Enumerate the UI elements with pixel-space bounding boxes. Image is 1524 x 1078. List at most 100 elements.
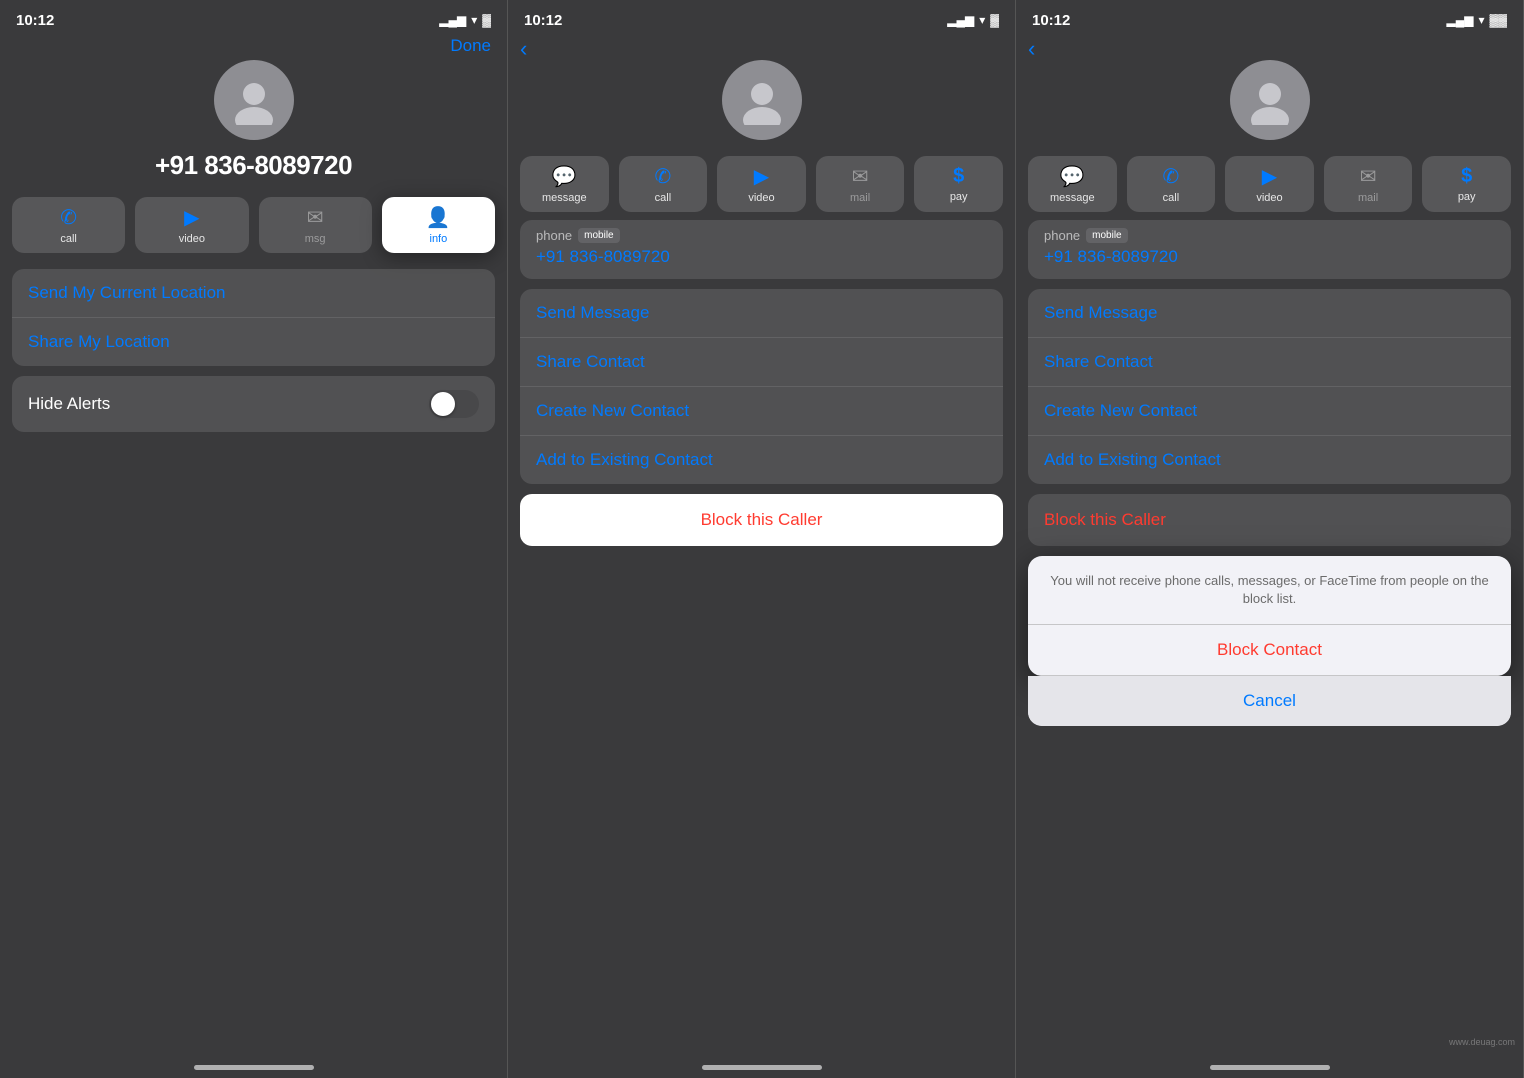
back-button-2[interactable]: ‹ [520,36,527,62]
action-row-2: 💬 message ✆ call ▶ video ✉ mail $ pay [508,156,1015,212]
video-icon-3: ▶ [1262,164,1277,189]
video-button-3[interactable]: ▶ video [1225,156,1314,212]
video-label-3: video [1256,192,1282,204]
block-caller-text-3: Block this Caller [1044,510,1166,529]
screen-content-3: ‹ 💬 message ✆ call ▶ video ✉ [1016,36,1523,1065]
send-location-item[interactable]: Send My Current Location [12,269,495,318]
done-button[interactable]: Done [450,36,491,56]
cancel-button[interactable]: Cancel [1028,676,1511,726]
block-caller-box-2[interactable]: Block this Caller [520,494,1003,546]
avatar-3 [1230,60,1310,140]
call-label-1: call [60,233,77,245]
home-indicator-1 [194,1065,314,1070]
back-button-3[interactable]: ‹ [1028,36,1035,62]
send-message-item-3[interactable]: Send Message [1028,289,1511,338]
watermark: www.deuag.com [1449,1037,1515,1047]
hide-alerts-label: Hide Alerts [28,394,110,414]
call-button-3[interactable]: ✆ call [1127,156,1216,212]
phone-number-1: +91 836-8089720 [155,150,352,181]
call-button-2[interactable]: ✆ call [619,156,708,212]
mail-button-2[interactable]: ✉ mail [816,156,905,212]
call-button-1[interactable]: ✆ call [12,197,125,253]
info-button-1[interactable]: 👤 info [382,197,495,253]
video-icon-1: ▶ [184,205,199,230]
pay-icon-3: $ [1461,165,1472,188]
screen-2: 10:12 ▂▄▆ ▾ ▓ ‹ 💬 message ✆ call [508,0,1016,1078]
signal-icon-3: ▂▄▆ [1447,13,1474,27]
pay-icon-2: $ [953,165,964,188]
share-contact-item-2[interactable]: Share Contact [520,338,1003,387]
phone-label-row-2: phone mobile [520,220,1003,245]
status-bar-2: 10:12 ▂▄▆ ▾ ▓ [508,0,1015,36]
call-icon-1: ✆ [60,205,77,230]
message-button-2[interactable]: 💬 message [520,156,609,212]
screen-1: 10:12 ▂▄▆ ▾ ▓ Done +91 836-8089720 ✆ cal… [0,0,508,1078]
call-icon-3: ✆ [1163,164,1180,189]
msg-label-1: msg [305,233,326,245]
message-label-2: message [542,192,587,204]
msg-icon-1: ✉ [307,205,324,230]
video-button-1[interactable]: ▶ video [135,197,248,253]
video-icon-2: ▶ [754,164,769,189]
share-location-item[interactable]: Share My Location [12,318,495,366]
block-contact-button[interactable]: Block Contact [1028,625,1511,676]
battery-icon-3: ▓▓ [1490,13,1508,27]
wifi-icon-3: ▾ [1478,13,1484,27]
status-icons-2: ▂▄▆ ▾ ▓ [947,13,999,27]
block-caller-text-2: Block this Caller [701,510,823,529]
share-contact-item-3[interactable]: Share Contact [1028,338,1511,387]
block-caller-plain-3[interactable]: Block this Caller [1028,494,1511,546]
status-time-2: 10:12 [524,12,562,29]
status-bar-1: 10:12 ▂▄▆ ▾ ▓ [0,0,507,36]
battery-icon-1: ▓ [482,13,491,27]
phone-number-3[interactable]: +91 836-8089720 [1028,245,1511,279]
mail-label-2: mail [850,192,870,204]
info-label-1: info [430,233,448,245]
mail-button-3[interactable]: ✉ mail [1324,156,1413,212]
info-person-icon: 👤 [426,205,451,230]
menu-list-2: Send Message Share Contact Create New Co… [520,289,1003,484]
message-icon-2: 💬 [552,164,577,189]
status-time-1: 10:12 [16,12,54,29]
home-indicator-2 [702,1065,822,1070]
screen-3: 10:12 ▂▄▆ ▾ ▓▓ ‹ 💬 message ✆ call [1016,0,1524,1078]
screen-content-1: Done +91 836-8089720 ✆ call ▶ video ✉ ms… [0,36,507,1065]
cancel-button-wrapper: Cancel [1028,676,1511,726]
hide-alerts-toggle[interactable] [429,390,479,418]
wifi-icon-1: ▾ [471,13,477,27]
status-icons-3: ▂▄▆ ▾ ▓▓ [1447,13,1508,27]
status-bar-3: 10:12 ▂▄▆ ▾ ▓▓ [1016,0,1523,36]
message-icon-3: 💬 [1060,164,1085,189]
hide-alerts-row: Hide Alerts [12,376,495,432]
pay-button-2[interactable]: $ pay [914,156,1003,212]
status-icons-1: ▂▄▆ ▾ ▓ [439,13,491,27]
message-button-3[interactable]: 💬 message [1028,156,1117,212]
confirm-dialog-3: You will not receive phone calls, messag… [1028,556,1511,676]
mail-icon-3: ✉ [1360,164,1377,189]
add-existing-item-3[interactable]: Add to Existing Contact [1028,436,1511,484]
video-label-2: video [748,192,774,204]
battery-icon-2: ▓ [990,13,999,27]
phone-badge-3: mobile [1086,228,1127,243]
mail-icon-2: ✉ [852,164,869,189]
screen-content-2: ‹ 💬 message ✆ call ▶ video ✉ [508,36,1015,1065]
phone-label-2: phone [536,228,572,243]
send-message-item-2[interactable]: Send Message [520,289,1003,338]
phone-label-3: phone [1044,228,1080,243]
video-button-2[interactable]: ▶ video [717,156,806,212]
phone-number-2[interactable]: +91 836-8089720 [520,245,1003,279]
call-label-3: call [1163,192,1180,204]
pay-button-3[interactable]: $ pay [1422,156,1511,212]
create-contact-item-2[interactable]: Create New Contact [520,387,1003,436]
avatar-1 [214,60,294,140]
action-row-3: 💬 message ✆ call ▶ video ✉ mail $ pay [1016,156,1523,212]
create-contact-item-3[interactable]: Create New Contact [1028,387,1511,436]
home-indicator-3 [1210,1065,1330,1070]
call-icon-2: ✆ [655,164,672,189]
confirm-message-text: You will not receive phone calls, messag… [1028,556,1511,625]
add-existing-item-2[interactable]: Add to Existing Contact [520,436,1003,484]
mail-label-3: mail [1358,192,1378,204]
signal-icon-2: ▂▄▆ [947,13,974,27]
msg-button-1[interactable]: ✉ msg [259,197,372,253]
pay-label-2: pay [950,191,968,203]
